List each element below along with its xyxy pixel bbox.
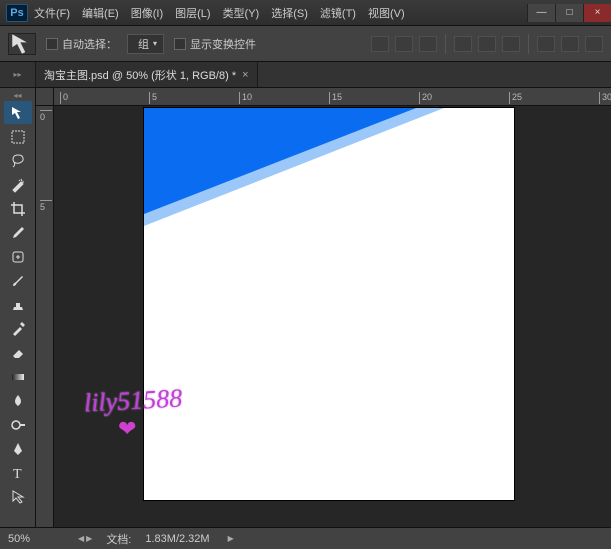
- blur-tool[interactable]: [4, 389, 32, 412]
- auto-select-target-value: 组: [138, 36, 149, 52]
- main-area: ◂◂ T 0 5 10 15 20 25 30 0: [0, 88, 611, 527]
- ruler-tick: 0: [60, 92, 68, 104]
- eyedropper-tool[interactable]: [4, 221, 32, 244]
- menu-bar: 文件(F) 编辑(E) 图像(I) 图层(L) 类型(Y) 选择(S) 滤镜(T…: [34, 5, 405, 21]
- healing-brush-tool[interactable]: [4, 245, 32, 268]
- checkbox-icon: [46, 38, 58, 50]
- menu-type[interactable]: 类型(Y): [223, 5, 260, 21]
- show-transform-label: 显示变换控件: [190, 36, 256, 52]
- menu-filter[interactable]: 滤镜(T): [320, 5, 356, 21]
- ruler-tick: 30: [599, 92, 611, 104]
- crop-tool[interactable]: [4, 197, 32, 220]
- lasso-tool[interactable]: [4, 149, 32, 172]
- title-bar: Ps 文件(F) 编辑(E) 图像(I) 图层(L) 类型(Y) 选择(S) 滤…: [0, 0, 611, 26]
- move-tool[interactable]: [4, 101, 32, 124]
- align-bottom-icon[interactable]: [419, 36, 437, 52]
- ruler-tick: 20: [419, 92, 432, 104]
- distribute-spacing-icon[interactable]: [585, 36, 603, 52]
- chevron-right-icon[interactable]: ▶: [228, 534, 234, 543]
- status-stepper[interactable]: ◀▶: [78, 534, 92, 543]
- align-right-icon[interactable]: [502, 36, 520, 52]
- ruler-tick: 0: [40, 110, 52, 122]
- menu-edit[interactable]: 编辑(E): [82, 5, 119, 21]
- auto-select-label: 自动选择：: [62, 36, 117, 52]
- path-selection-tool[interactable]: [4, 485, 32, 508]
- distribute-h-icon[interactable]: [537, 36, 555, 52]
- marquee-tool[interactable]: [4, 125, 32, 148]
- clone-stamp-tool[interactable]: [4, 293, 32, 316]
- align-top-icon[interactable]: [371, 36, 389, 52]
- eraser-tool[interactable]: [4, 341, 32, 364]
- history-brush-tool[interactable]: [4, 317, 32, 340]
- document-canvas[interactable]: [144, 108, 514, 500]
- close-tab-icon[interactable]: ×: [242, 69, 248, 81]
- canvas-area: 0 5 10 15 20 25 30 0 5 lily51588 ❤: [36, 88, 611, 527]
- align-vcenter-icon[interactable]: [395, 36, 413, 52]
- ruler-tick: 5: [40, 200, 52, 212]
- menu-select[interactable]: 选择(S): [271, 5, 308, 21]
- menu-view[interactable]: 视图(V): [368, 5, 405, 21]
- auto-select-target-dropdown[interactable]: 组 ▾: [127, 34, 164, 54]
- doc-size-label: 文档:: [106, 531, 131, 547]
- alignment-icons: [371, 34, 603, 54]
- doc-size-value: 1.83M/2.32M: [145, 533, 209, 545]
- heart-icon: ❤: [118, 416, 136, 442]
- canvas-workspace[interactable]: lily51588 ❤: [54, 106, 611, 527]
- menu-image[interactable]: 图像(I): [131, 5, 163, 21]
- ruler-tick: 10: [239, 92, 252, 104]
- menu-layer[interactable]: 图层(L): [175, 5, 210, 21]
- chevron-left-icon: ◀: [78, 534, 84, 543]
- app-logo: Ps: [6, 4, 28, 22]
- window-controls: — □ ×: [527, 4, 611, 22]
- dodge-tool[interactable]: [4, 413, 32, 436]
- pen-tool[interactable]: [4, 437, 32, 460]
- separator: [445, 34, 446, 54]
- close-button[interactable]: ×: [583, 4, 611, 22]
- chevron-down-icon: ▾: [153, 39, 157, 48]
- show-transform-checkbox[interactable]: 显示变换控件: [174, 36, 256, 52]
- ruler-tick: 15: [329, 92, 342, 104]
- magic-wand-tool[interactable]: [4, 173, 32, 196]
- menu-file[interactable]: 文件(F): [34, 5, 70, 21]
- document-tab-title: 淘宝主图.psd @ 50% (形状 1, RGB/8) *: [44, 67, 236, 83]
- tab-bar-grip-icon[interactable]: ▸▸: [0, 62, 36, 87]
- horizontal-ruler[interactable]: 0 5 10 15 20 25 30: [54, 88, 611, 106]
- minimize-button[interactable]: —: [527, 4, 555, 22]
- align-hcenter-icon[interactable]: [478, 36, 496, 52]
- checkbox-icon: [174, 38, 186, 50]
- vertical-ruler[interactable]: 0 5: [36, 106, 54, 527]
- brush-tool[interactable]: [4, 269, 32, 292]
- separator: [528, 34, 529, 54]
- svg-text:T: T: [13, 467, 22, 481]
- status-bar: 50% ◀▶ 文档: 1.83M/2.32M ▶: [0, 527, 611, 549]
- ruler-origin[interactable]: [36, 88, 54, 106]
- gradient-tool[interactable]: [4, 365, 32, 388]
- maximize-button[interactable]: □: [555, 4, 583, 22]
- align-left-icon[interactable]: [454, 36, 472, 52]
- document-tab-bar: ▸▸ 淘宝主图.psd @ 50% (形状 1, RGB/8) * ×: [0, 62, 611, 88]
- watermark-text: lily51588: [83, 383, 183, 418]
- tool-panel: ◂◂ T: [0, 88, 36, 527]
- auto-select-checkbox[interactable]: 自动选择：: [46, 36, 117, 52]
- zoom-level[interactable]: 50%: [8, 533, 64, 545]
- current-tool-icon[interactable]: [8, 33, 36, 55]
- shape-layer: [144, 108, 514, 248]
- ruler-tick: 5: [149, 92, 157, 104]
- panel-grip-icon[interactable]: ◂◂: [3, 90, 33, 100]
- document-tab[interactable]: 淘宝主图.psd @ 50% (形状 1, RGB/8) * ×: [36, 62, 258, 87]
- type-tool[interactable]: T: [4, 461, 32, 484]
- chevron-right-icon: ▶: [86, 534, 92, 543]
- distribute-v-icon[interactable]: [561, 36, 579, 52]
- options-bar: 自动选择： 组 ▾ 显示变换控件: [0, 26, 611, 62]
- ruler-tick: 25: [509, 92, 522, 104]
